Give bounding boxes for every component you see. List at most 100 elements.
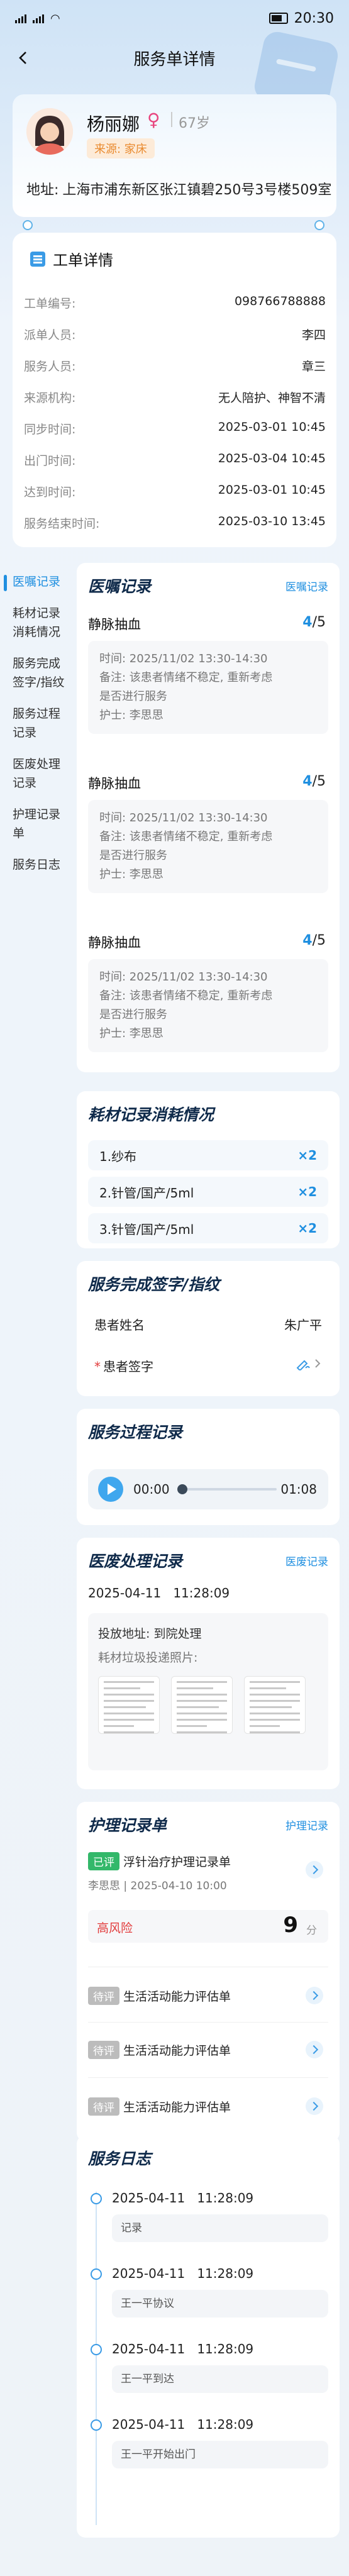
- kv-label: 同步时间:: [24, 423, 76, 436]
- work-order-card: 工单详情 工单编号: 098766788888 派单人员: 李四 服务人员: 章三 来…: [13, 233, 336, 547]
- back-button[interactable]: [11, 47, 34, 69]
- material-name: 2.针管/国产/5ml: [99, 1185, 194, 1201]
- patient-name: 杨丽娜: [87, 114, 140, 135]
- care-link[interactable]: 护理记录: [285, 1817, 328, 1833]
- material-row: 3.针管/国产/5ml ×2: [88, 1213, 328, 1243]
- waste-photo[interactable]: [244, 1676, 306, 1734]
- care-section: 护理记录单 护理记录 已评 浮针治疗护理记录单 李思思 | 2025-04-10 …: [77, 1802, 340, 2141]
- care-main-title: 已评 浮针治疗护理记录单: [88, 1852, 328, 1870]
- order-detail: 时间: 2025/11/02 13:30-14:30 备注: 该患者情绪不稳定,…: [88, 641, 328, 734]
- waste-photo[interactable]: [171, 1676, 233, 1734]
- timeline-line: [96, 2192, 97, 2525]
- connector-dot: [23, 220, 33, 230]
- orders-link[interactable]: 医嘱记录: [285, 578, 328, 594]
- battery-icon: [269, 13, 288, 24]
- log-note: 王一平协议: [112, 2290, 328, 2318]
- log-title: 服务日志: [88, 2150, 152, 2168]
- order-nurse: 护士: 李思思: [99, 1027, 163, 1040]
- order-name: 静脉抽血: [88, 776, 141, 791]
- waste-time: 11:28:09: [173, 1585, 230, 1601]
- timeline-dot: [91, 2344, 102, 2355]
- sidebar-item-care[interactable]: 护理记录单: [0, 805, 69, 843]
- care-record-meta: 李思思 | 2025-04-10 10:00: [88, 1880, 227, 1892]
- order-name: 静脉抽血: [88, 935, 141, 950]
- sidebar-item-orders[interactable]: 医嘱记录: [0, 572, 69, 591]
- chevron-right-icon[interactable]: [306, 1861, 323, 1879]
- sidebar-item-process[interactable]: 服务过程记录: [0, 704, 69, 742]
- kv-label: 服务人员:: [24, 360, 76, 374]
- care-record-name: 浮针治疗护理记录单: [123, 1855, 231, 1869]
- process-title: 服务过程记录: [88, 1423, 183, 1441]
- order-done: 4: [302, 774, 313, 789]
- log-datetime: 2025-04-11 11:28:09: [112, 2417, 253, 2432]
- sidebar-item-waste[interactable]: 医废处理记录: [0, 755, 69, 792]
- care-pending-item[interactable]: 待评 生活活动能力评估单: [88, 2097, 328, 2123]
- status-badge: 待评: [88, 2041, 119, 2059]
- audio-player: 00:00 01:08: [88, 1469, 328, 1509]
- order-done: 4: [302, 614, 313, 630]
- waste-link[interactable]: 医废记录: [285, 1553, 328, 1568]
- status-badge: 已评: [88, 1852, 119, 1870]
- play-button[interactable]: [98, 1477, 123, 1502]
- sidebar-item-materials[interactable]: 耗材记录消耗情况: [0, 604, 69, 641]
- care-pending-item[interactable]: 待评 生活活动能力评估单: [88, 2041, 328, 2066]
- waste-title: 医废处理记录: [88, 1552, 183, 1570]
- sign-action[interactable]: [296, 1357, 322, 1375]
- chevron-right-icon[interactable]: [306, 1987, 323, 2004]
- audio-knob[interactable]: [177, 1484, 187, 1494]
- signature-section: 服务完成签字/指纹 患者姓名 朱广平 * 患者签字: [77, 1261, 340, 1396]
- page-title: 服务单详情: [133, 50, 216, 69]
- kv-service-staff: 服务人员: 章三: [24, 357, 326, 374]
- log-datetime: 2025-04-11 11:28:09: [112, 2190, 253, 2206]
- material-qty: ×2: [297, 1221, 317, 1236]
- order-count: 4/5: [302, 933, 326, 948]
- status-badge: 待评: [88, 1987, 119, 2005]
- care-main-item[interactable]: 已评 浮针治疗护理记录单 李思思 | 2025-04-10 10:00 高风险 9…: [88, 1852, 328, 1946]
- kv-label: 工单编号:: [24, 297, 76, 311]
- order-total: /5: [312, 774, 326, 789]
- work-order-header: 工单详情: [30, 248, 113, 270]
- patient-name-row: 患者姓名 朱广平: [88, 1315, 328, 1333]
- orders-title: 医嘱记录: [88, 577, 152, 596]
- patient-sign-label: * 患者签字: [94, 1357, 153, 1375]
- order-nurse: 护士: 李思思: [99, 709, 163, 722]
- order-note: 备注: 该患者情绪不稳定, 重新考虑: [99, 989, 273, 1002]
- kv-value: 李四: [301, 328, 326, 342]
- order-time: 时间: 2025/11/02 13:30-14:30: [99, 652, 268, 665]
- order-count: 4/5: [302, 774, 326, 789]
- patient-name-value: 朱广平: [284, 1318, 322, 1333]
- order-name: 静脉抽血: [88, 617, 141, 632]
- chevron-right-icon[interactable]: [306, 2097, 323, 2115]
- kv-order-no: 工单编号: 098766788888: [24, 294, 326, 311]
- patient-address: 地址: 上海市浦东新区张江镇碧250号3号楼509室: [26, 179, 335, 199]
- care-pending-item[interactable]: 待评 生活活动能力评估单: [88, 1987, 328, 2012]
- kv-arrive-time: 达到时间: 2025-03-01 10:45: [24, 483, 326, 500]
- waste-photo[interactable]: [98, 1676, 160, 1734]
- kv-value: 无人陪护、神智不清: [218, 391, 326, 405]
- log-datetime: 2025-04-11 11:28:09: [112, 2341, 253, 2357]
- waste-photo-list: [98, 1676, 318, 1736]
- patient-sign-row[interactable]: * 患者签字: [88, 1357, 328, 1375]
- source-badge: 来源: 家床: [87, 138, 155, 158]
- female-icon: ♀: [147, 109, 160, 130]
- patient-avatar-icon: [26, 108, 73, 155]
- divider: [88, 2022, 328, 2023]
- divider: [88, 2077, 328, 2078]
- divider: [171, 112, 172, 127]
- patient-age: 67岁: [179, 116, 210, 131]
- sidebar-item-log[interactable]: 服务日志: [0, 855, 69, 874]
- timeline-dot: [91, 2419, 102, 2431]
- sidebar-item-signature[interactable]: 服务完成签字/指纹: [0, 654, 69, 692]
- material-qty: ×2: [297, 1184, 317, 1199]
- audio-track[interactable]: [182, 1488, 277, 1491]
- kv-value: 2025-03-04 10:45: [218, 452, 326, 465]
- kv-value: 2025-03-01 10:45: [218, 483, 326, 497]
- chevron-right-icon[interactable]: [306, 2041, 323, 2058]
- waste-location: 投放地址: 到院处理: [98, 1627, 202, 1641]
- order-item: 静脉抽血 4/5 时间: 2025/11/02 13:30-14:30 备注: …: [88, 933, 328, 1052]
- order-count: 4/5: [302, 614, 326, 630]
- status-badge: 待评: [88, 2097, 119, 2116]
- audio-total-time: 01:08: [280, 1482, 317, 1497]
- kv-label: 出门时间:: [24, 454, 76, 468]
- audio-current-time: 00:00: [133, 1482, 170, 1497]
